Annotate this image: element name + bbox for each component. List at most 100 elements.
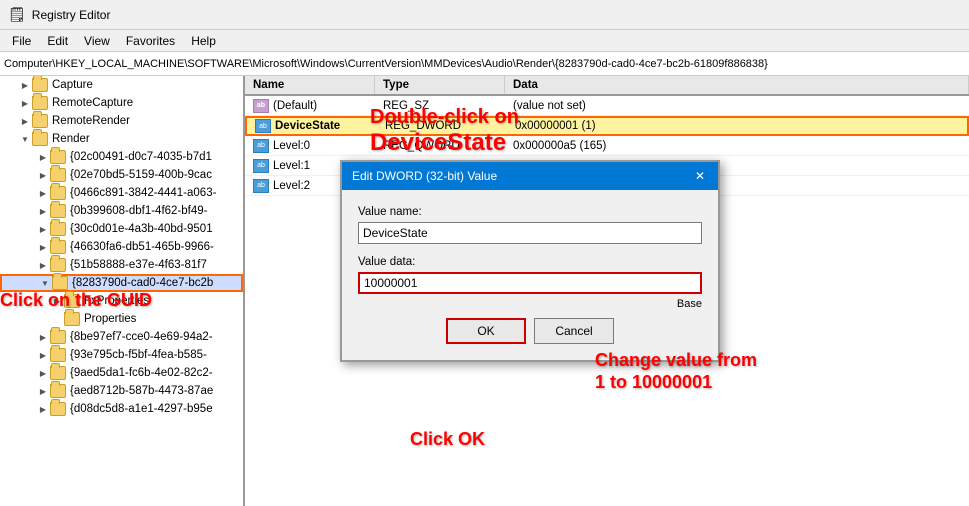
tree-arrow: ▶ xyxy=(36,222,50,236)
col-header-type: Type xyxy=(375,76,505,94)
folder-icon xyxy=(64,294,80,308)
folder-icon xyxy=(50,222,66,236)
tree-arrow: ▶ xyxy=(36,258,50,272)
dw-icon-level2: ab xyxy=(253,179,269,193)
folder-icon xyxy=(50,240,66,254)
folder-icon xyxy=(32,96,48,110)
value-name-label: Value name: xyxy=(358,206,702,218)
folder-icon xyxy=(50,402,66,416)
value-row-level0[interactable]: ab Level:0 REG_QWORD 0x000000a5 (165) xyxy=(245,136,969,156)
tree-item-render[interactable]: ▼ Render xyxy=(0,130,243,148)
tree-item-guid11[interactable]: ▶ {aed8712b-587b-4473-87ae xyxy=(0,382,243,400)
tree-item-fxproperties[interactable]: ▶ FxProperties xyxy=(0,292,243,310)
folder-icon xyxy=(50,168,66,182)
value-name-devicestate: ab DeviceState xyxy=(247,117,377,135)
base-label: Base xyxy=(677,298,702,310)
tree-item-properties[interactable]: Properties xyxy=(0,310,243,328)
tree-item-guid5[interactable]: ▶ {30c0d01e-4a3b-40bd-9501 xyxy=(0,220,243,238)
folder-icon xyxy=(32,132,48,146)
dw-icon-level1: ab xyxy=(253,159,269,173)
tree-item-remotecapture[interactable]: ▶ RemoteCapture xyxy=(0,94,243,112)
folder-icon xyxy=(52,276,68,290)
tree-arrow: ▶ xyxy=(36,186,50,200)
folder-icon xyxy=(50,186,66,200)
menu-favorites[interactable]: Favorites xyxy=(118,32,183,50)
cancel-button[interactable]: Cancel xyxy=(534,318,614,344)
value-data-input[interactable] xyxy=(358,272,702,294)
tree-arrow: ▶ xyxy=(36,204,50,218)
tree-arrow: ▶ xyxy=(36,348,50,362)
folder-icon xyxy=(50,348,66,362)
address-path: Computer\HKEY_LOCAL_MACHINE\SOFTWARE\Mic… xyxy=(4,58,768,70)
col-header-data: Data xyxy=(505,76,969,94)
tree-arrow: ▶ xyxy=(36,168,50,182)
folder-icon xyxy=(64,312,80,326)
dialog-close-button[interactable]: ✕ xyxy=(692,168,708,184)
tree-item-guid4[interactable]: ▶ {0b399608-dbf1-4f62-bf49- xyxy=(0,202,243,220)
app-icon: 🗒 xyxy=(8,6,26,23)
tree-arrow xyxy=(50,312,64,326)
tree-arrow: ▼ xyxy=(38,276,52,290)
dialog-title: Edit DWORD (32-bit) Value xyxy=(352,169,497,183)
value-row-default[interactable]: ab (Default) REG_SZ (value not set) xyxy=(245,96,969,116)
folder-icon xyxy=(50,330,66,344)
ab-icon: ab xyxy=(253,99,269,113)
tree-arrow: ▶ xyxy=(50,294,64,308)
value-type-level0: REG_QWORD xyxy=(375,138,505,154)
menu-help[interactable]: Help xyxy=(183,32,224,50)
dialog-body: Value name: Value data: Base OK Cancel xyxy=(342,190,718,360)
value-type-devicestate: REG_DWORD xyxy=(377,118,507,134)
value-data-level0: 0x000000a5 (165) xyxy=(505,138,969,154)
menu-bar: File Edit View Favorites Help xyxy=(0,30,969,52)
tree-item-guid7[interactable]: ▶ {51b58888-e37e-4f63-81f7 xyxy=(0,256,243,274)
value-data-default: (value not set) xyxy=(505,98,969,114)
tree-arrow: ▶ xyxy=(18,96,32,110)
menu-file[interactable]: File xyxy=(4,32,39,50)
value-row-devicestate[interactable]: ab DeviceState REG_DWORD 0x00000001 (1) xyxy=(245,116,969,136)
tree-arrow: ▶ xyxy=(36,402,50,416)
values-header: Name Type Data xyxy=(245,76,969,96)
value-data-devicestate: 0x00000001 (1) xyxy=(507,118,967,134)
tree-arrow: ▶ xyxy=(18,78,32,92)
value-type-default: REG_SZ xyxy=(375,98,505,114)
folder-icon xyxy=(50,258,66,272)
col-header-name: Name xyxy=(245,76,375,94)
title-bar: 🗒 Registry Editor xyxy=(0,0,969,30)
dialog-buttons: OK Cancel xyxy=(358,318,702,344)
folder-icon xyxy=(50,150,66,164)
tree-item-remoterender[interactable]: ▶ RemoteRender xyxy=(0,112,243,130)
dw-icon-level0: ab xyxy=(253,139,269,153)
tree-arrow: ▶ xyxy=(18,114,32,128)
menu-view[interactable]: View xyxy=(76,32,118,50)
tree-arrow: ▶ xyxy=(36,366,50,380)
tree-item-guid6[interactable]: ▶ {46630fa6-db51-465b-9966- xyxy=(0,238,243,256)
tree-arrow: ▶ xyxy=(36,384,50,398)
tree-item-guid10[interactable]: ▶ {9aed5da1-fc6b-4e02-82c2- xyxy=(0,364,243,382)
edit-dword-dialog: Edit DWORD (32-bit) Value ✕ Value name: … xyxy=(340,160,720,362)
tree-arrow: ▶ xyxy=(36,150,50,164)
folder-icon xyxy=(32,78,48,92)
tree-item-guid3[interactable]: ▶ {0466c891-3842-4441-a063- xyxy=(0,184,243,202)
folder-icon xyxy=(50,366,66,380)
tree-item-capture[interactable]: ▶ Capture xyxy=(0,76,243,94)
tree-arrow: ▼ xyxy=(18,132,32,146)
folder-icon xyxy=(50,204,66,218)
value-name-default: ab (Default) xyxy=(245,97,375,115)
tree-item-guid9[interactable]: ▶ {93e795cb-f5bf-4fea-b585- xyxy=(0,346,243,364)
app-title: Registry Editor xyxy=(32,8,111,22)
tree-item-guid1[interactable]: ▶ {02c00491-d0c7-4035-b7d1 xyxy=(0,148,243,166)
tree-item-guid2[interactable]: ▶ {02e70bd5-5159-400b-9cac xyxy=(0,166,243,184)
tree-arrow: ▶ xyxy=(36,240,50,254)
ok-button[interactable]: OK xyxy=(446,318,526,344)
folder-icon xyxy=(50,384,66,398)
tree-arrow: ▶ xyxy=(36,330,50,344)
dw-icon: ab xyxy=(255,119,271,133)
tree-item-guid8[interactable]: ▶ {8be97ef7-cce0-4e69-94a2- xyxy=(0,328,243,346)
value-name-level0: ab Level:0 xyxy=(245,137,375,155)
address-bar: Computer\HKEY_LOCAL_MACHINE\SOFTWARE\Mic… xyxy=(0,52,969,76)
tree-item-selected-guid[interactable]: ▼ {8283790d-cad0-4ce7-bc2b xyxy=(0,274,243,292)
menu-edit[interactable]: Edit xyxy=(39,32,76,50)
value-data-label: Value data: xyxy=(358,256,702,268)
tree-item-guid12[interactable]: ▶ {d08dc5d8-a1e1-4297-b95e xyxy=(0,400,243,418)
value-name-input[interactable] xyxy=(358,222,702,244)
